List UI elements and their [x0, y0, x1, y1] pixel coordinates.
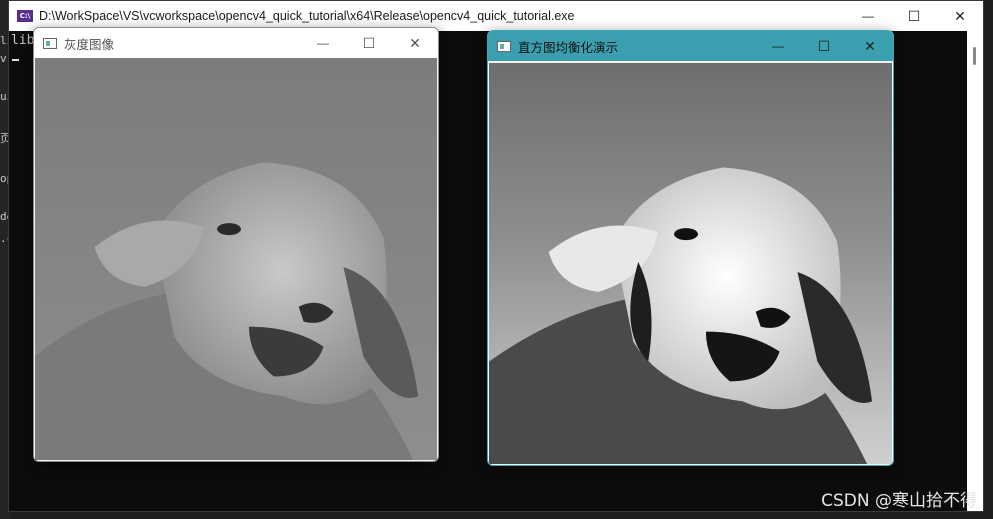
gray-window-title: 灰度图像 — [64, 37, 115, 52]
maximize-icon: ☐ — [817, 37, 831, 54]
equalized-image-window: 直方图均衡化演示 — ☐ ✕ — [487, 30, 894, 466]
sheep-gray-image — [35, 58, 437, 460]
gray-image — [35, 58, 437, 460]
close-icon: ✕ — [409, 34, 421, 51]
maximize-icon: ☐ — [907, 7, 921, 24]
equalized-minimize-button[interactable]: — — [755, 31, 801, 61]
scrollbar-thumb[interactable] — [973, 47, 976, 65]
console-minimize-button[interactable]: — — [845, 1, 891, 31]
console-app-icon: C:\ — [17, 10, 33, 22]
equalized-maximize-button[interactable]: ☐ — [801, 31, 847, 61]
equalized-image — [489, 63, 892, 464]
equalized-close-button[interactable]: ✕ — [847, 31, 893, 61]
console-cursor — [12, 59, 19, 61]
console-scrollbar[interactable] — [967, 31, 983, 511]
minimize-icon: — — [772, 39, 784, 53]
console-title: D:\WorkSpace\VS\vcworkspace\opencv4_quic… — [39, 9, 575, 23]
gray-minimize-button[interactable]: — — [300, 28, 346, 58]
minimize-icon: — — [317, 36, 329, 50]
close-icon: ✕ — [954, 7, 966, 24]
equalized-window-title: 直方图均衡化演示 — [518, 40, 619, 55]
equalized-window-titlebar[interactable]: 直方图均衡化演示 — ☐ ✕ — [488, 31, 893, 61]
minimize-icon: — — [862, 9, 874, 23]
console-output: lib — [11, 33, 35, 48]
gray-image-window: 灰度图像 — ☐ ✕ — [33, 27, 439, 462]
close-icon: ✕ — [864, 37, 876, 54]
console-maximize-button[interactable]: ☐ — [891, 1, 937, 31]
gray-maximize-button[interactable]: ☐ — [346, 28, 392, 58]
window-app-icon — [497, 40, 511, 52]
gray-window-titlebar[interactable]: 灰度图像 — ☐ ✕ — [34, 28, 438, 58]
console-close-button[interactable]: ✕ — [937, 1, 983, 31]
csdn-watermark: CSDN @寒山拾不得 — [821, 491, 977, 511]
sheep-equalized-image — [489, 63, 892, 464]
gray-close-button[interactable]: ✕ — [392, 28, 438, 58]
maximize-icon: ☐ — [362, 34, 376, 51]
ide-fragment: v — [0, 52, 7, 65]
window-app-icon — [43, 37, 57, 49]
